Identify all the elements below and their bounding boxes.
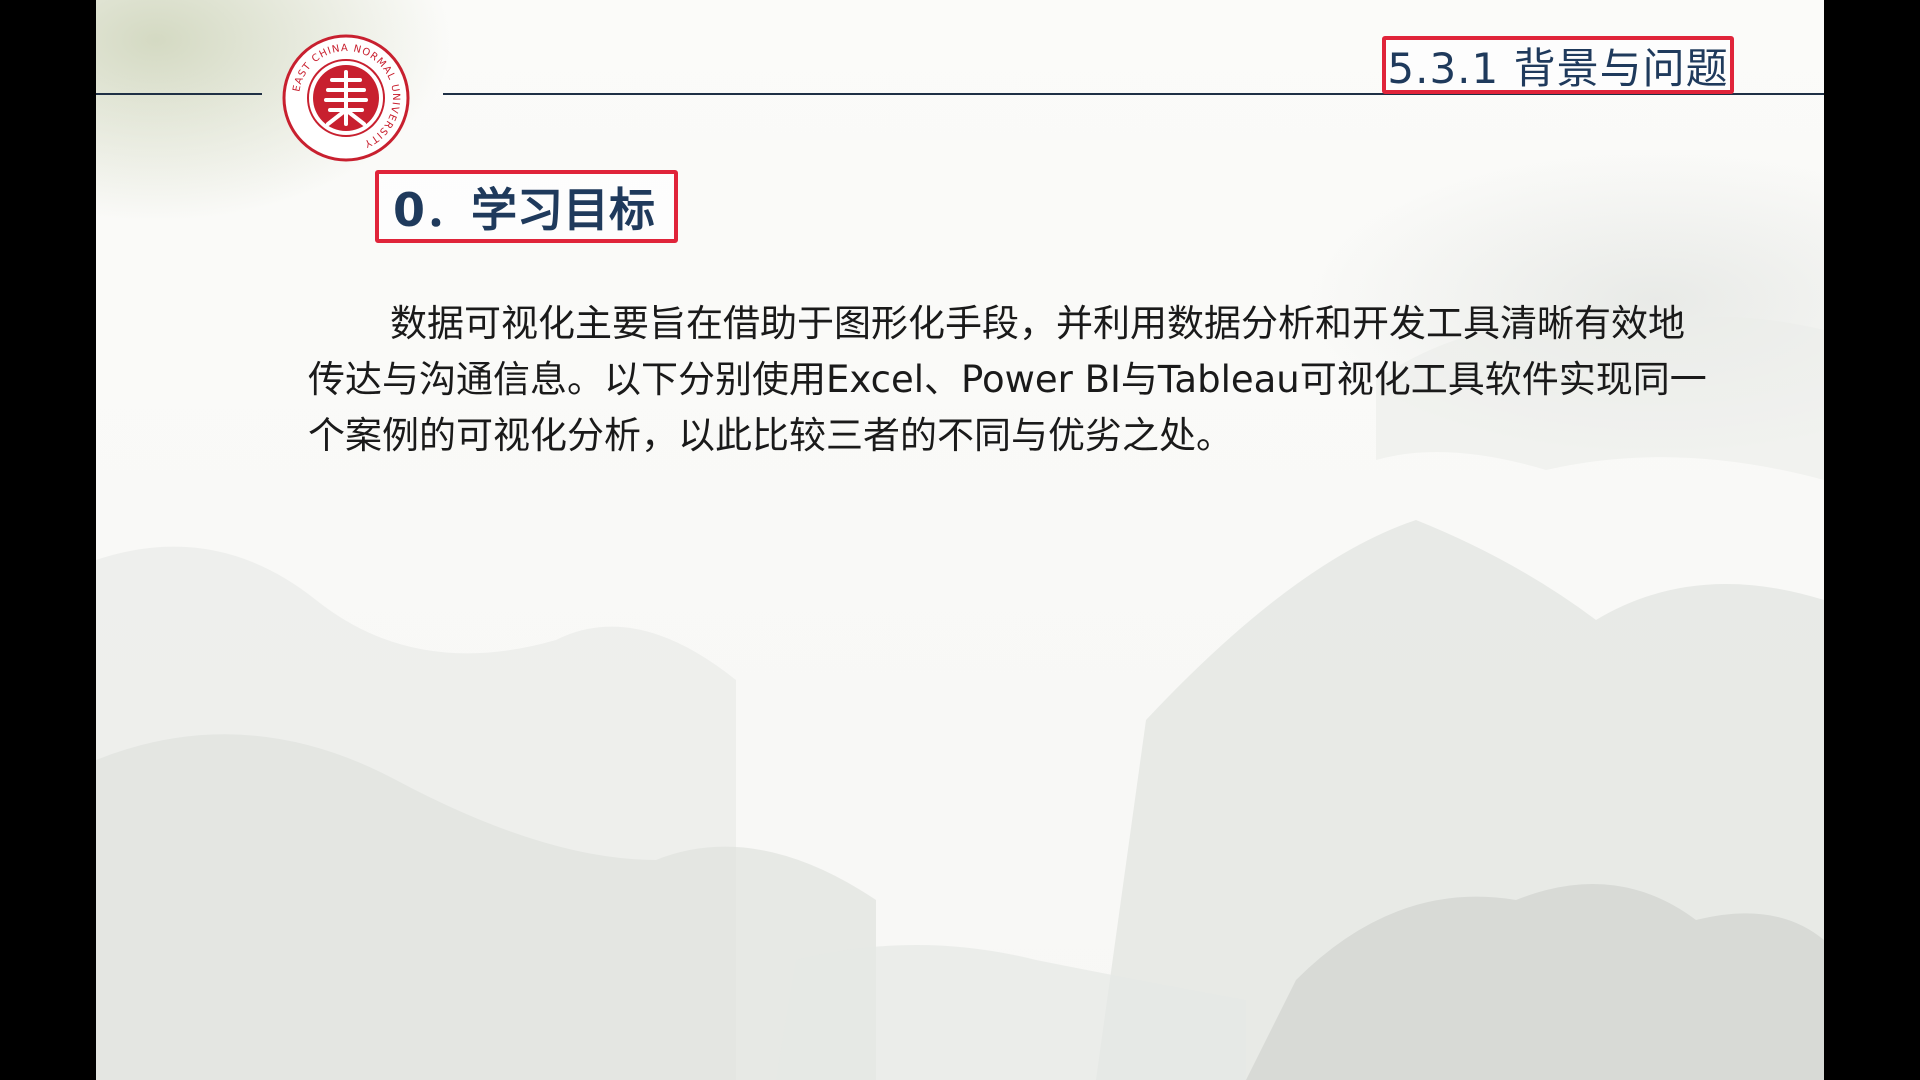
learning-objective-text: 数据可视化主要旨在借助于图形化手段，并利用数据分析和开发工具清晰有效地传达与沟通… (308, 296, 1708, 464)
landscape-background (96, 317, 1824, 1080)
slide-heading: 0．学习目标 (375, 170, 678, 243)
university-seal-icon: EAST CHINA NORMAL UNIVERSITY (282, 34, 410, 162)
slide: EAST CHINA NORMAL UNIVERSITY 5.3.1 背景与问题… (96, 0, 1824, 1080)
header-rule-left (96, 93, 262, 95)
section-title: 5.3.1 背景与问题 (1382, 36, 1734, 94)
paragraph: 数据可视化主要旨在借助于图形化手段，并利用数据分析和开发工具清晰有效地传达与沟通… (308, 302, 1707, 457)
